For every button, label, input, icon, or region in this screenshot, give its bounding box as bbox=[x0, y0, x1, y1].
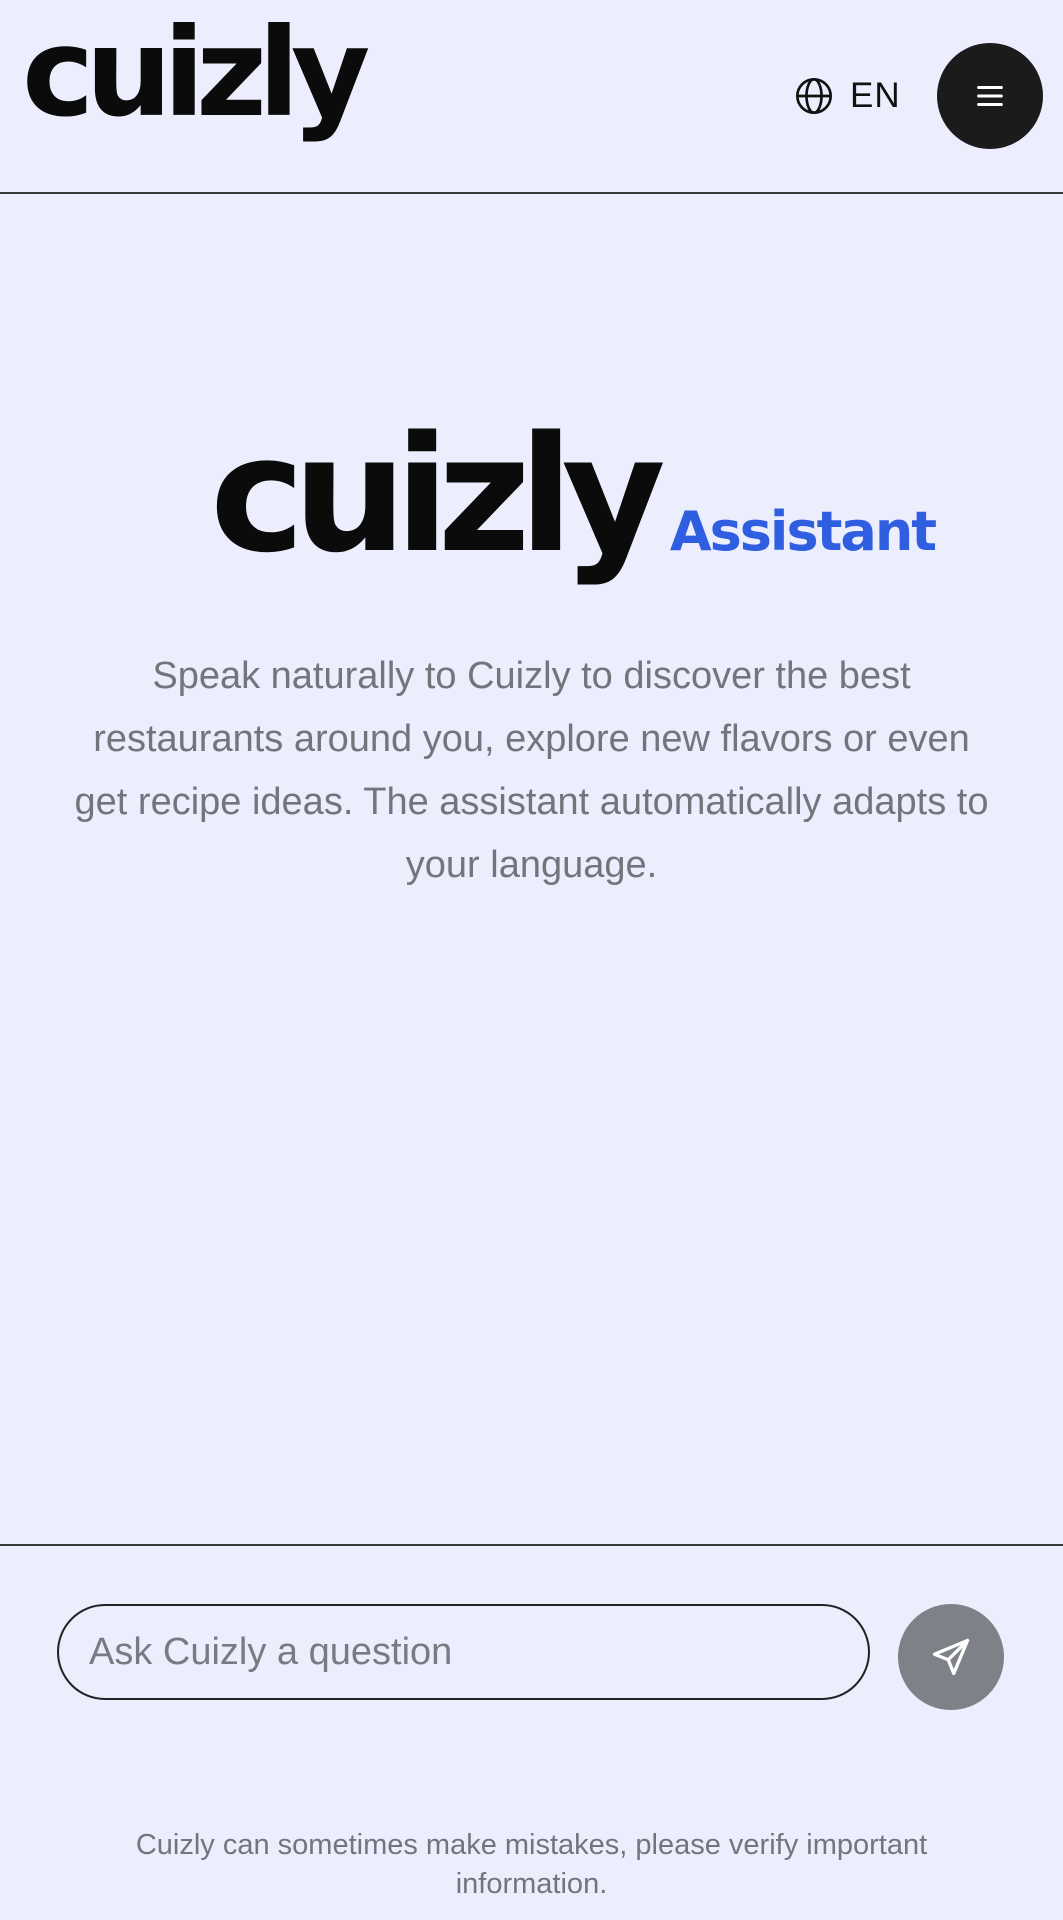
hamburger-menu-icon bbox=[977, 85, 1003, 107]
assistant-label: Assistant bbox=[669, 500, 937, 563]
disclaimer-text: Cuizly can sometimes make mistakes, plea… bbox=[135, 1829, 928, 1900]
send-icon bbox=[932, 1638, 970, 1676]
menu-button[interactable] bbox=[937, 43, 1043, 149]
send-button[interactable] bbox=[898, 1604, 1004, 1710]
language-label: EN bbox=[850, 76, 901, 115]
language-selector[interactable]: EN bbox=[794, 74, 901, 118]
assistant-description: Speak naturally to Cuizly to discover th… bbox=[74, 655, 989, 886]
assistant-logo: cuizly Assistant bbox=[210, 401, 937, 595]
header-logo[interactable]: cuizly bbox=[22, 12, 370, 134]
ask-input[interactable] bbox=[57, 1604, 870, 1700]
top-header: cuizly EN bbox=[0, 0, 1063, 194]
composer-divider bbox=[0, 1544, 1063, 1546]
globe-icon bbox=[796, 78, 832, 114]
hero-logo-wordmark: cuizly bbox=[210, 401, 666, 588]
assistant-page: cuizly EN cuizly Assistant Speak natural… bbox=[0, 0, 1063, 1920]
